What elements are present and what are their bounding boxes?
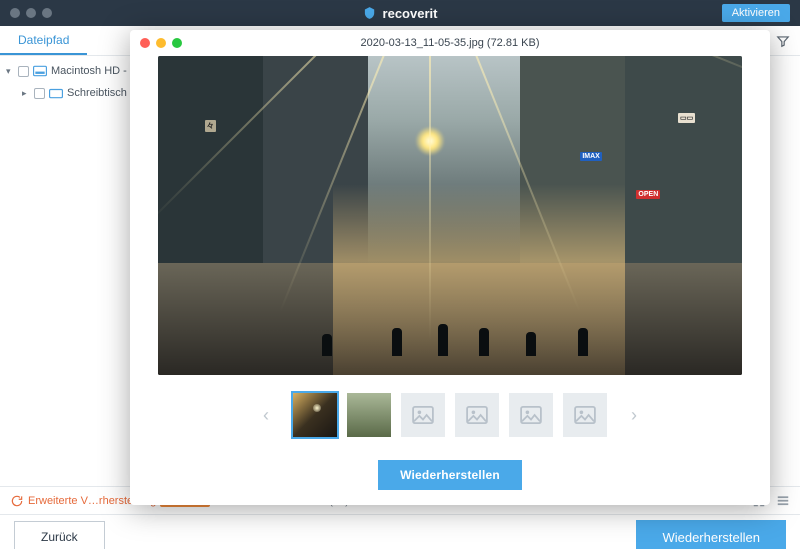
thumbnail-2[interactable] [347, 393, 391, 437]
thumbnail-strip: ‹ › [130, 385, 770, 445]
caret-right-icon[interactable]: ▸ [22, 88, 30, 99]
next-arrow[interactable]: › [617, 405, 651, 426]
preview-recover-button[interactable]: Wiederherstellen [378, 460, 522, 490]
brand-logo-icon [363, 6, 377, 20]
prev-arrow[interactable]: ‹ [249, 405, 283, 426]
tab-filepath[interactable]: Dateipfad [0, 26, 87, 55]
tree-label: Macintosh HD - I [51, 65, 133, 77]
thumbnail-1[interactable] [293, 393, 337, 437]
checkbox[interactable] [34, 88, 45, 99]
recover-button[interactable]: Wiederherstellen [636, 520, 786, 549]
image-placeholder-icon [574, 406, 596, 424]
thumbnail-5[interactable] [509, 393, 553, 437]
checkbox[interactable] [18, 66, 29, 77]
filter-icon[interactable] [776, 34, 790, 48]
preview-filename: 2020-03-13_11-05-35.jpg (72.81 KB) [361, 37, 540, 49]
preview-window-controls[interactable] [140, 38, 182, 48]
close-icon[interactable] [140, 38, 150, 48]
minimize-icon[interactable] [156, 38, 166, 48]
close-icon[interactable] [10, 8, 20, 18]
minimize-icon[interactable] [26, 8, 36, 18]
zoom-icon[interactable] [172, 38, 182, 48]
app-brand: recoverit [363, 6, 438, 21]
image-placeholder-icon [520, 406, 542, 424]
window-controls[interactable] [10, 8, 52, 18]
drive-icon [33, 65, 47, 77]
bottombar: Zurück Wiederherstellen [0, 514, 800, 549]
folder-icon [49, 87, 63, 99]
list-view-icon[interactable] [776, 494, 790, 508]
caret-down-icon[interactable]: ▾ [6, 66, 14, 77]
thumbnail-4[interactable] [455, 393, 499, 437]
brand-text: recoverit [383, 6, 438, 21]
preview-modal: 2020-03-13_11-05-35.jpg (72.81 KB) OPEN … [130, 30, 770, 505]
activate-button[interactable]: Aktivieren [722, 4, 790, 22]
thumbnail-3[interactable] [401, 393, 445, 437]
tree-label: Schreibtisch ( [67, 87, 134, 99]
back-button[interactable]: Zurück [14, 521, 105, 549]
titlebar: recoverit Aktivieren [0, 0, 800, 26]
refresh-icon [10, 494, 24, 508]
image-placeholder-icon [466, 406, 488, 424]
zoom-icon[interactable] [42, 8, 52, 18]
thumbnail-6[interactable] [563, 393, 607, 437]
preview-actions: Wiederherstellen [130, 445, 770, 505]
preview-image: OPEN IMAX ▭▭ 々 [158, 56, 742, 375]
image-placeholder-icon [412, 406, 434, 424]
preview-titlebar: 2020-03-13_11-05-35.jpg (72.81 KB) [130, 30, 770, 56]
